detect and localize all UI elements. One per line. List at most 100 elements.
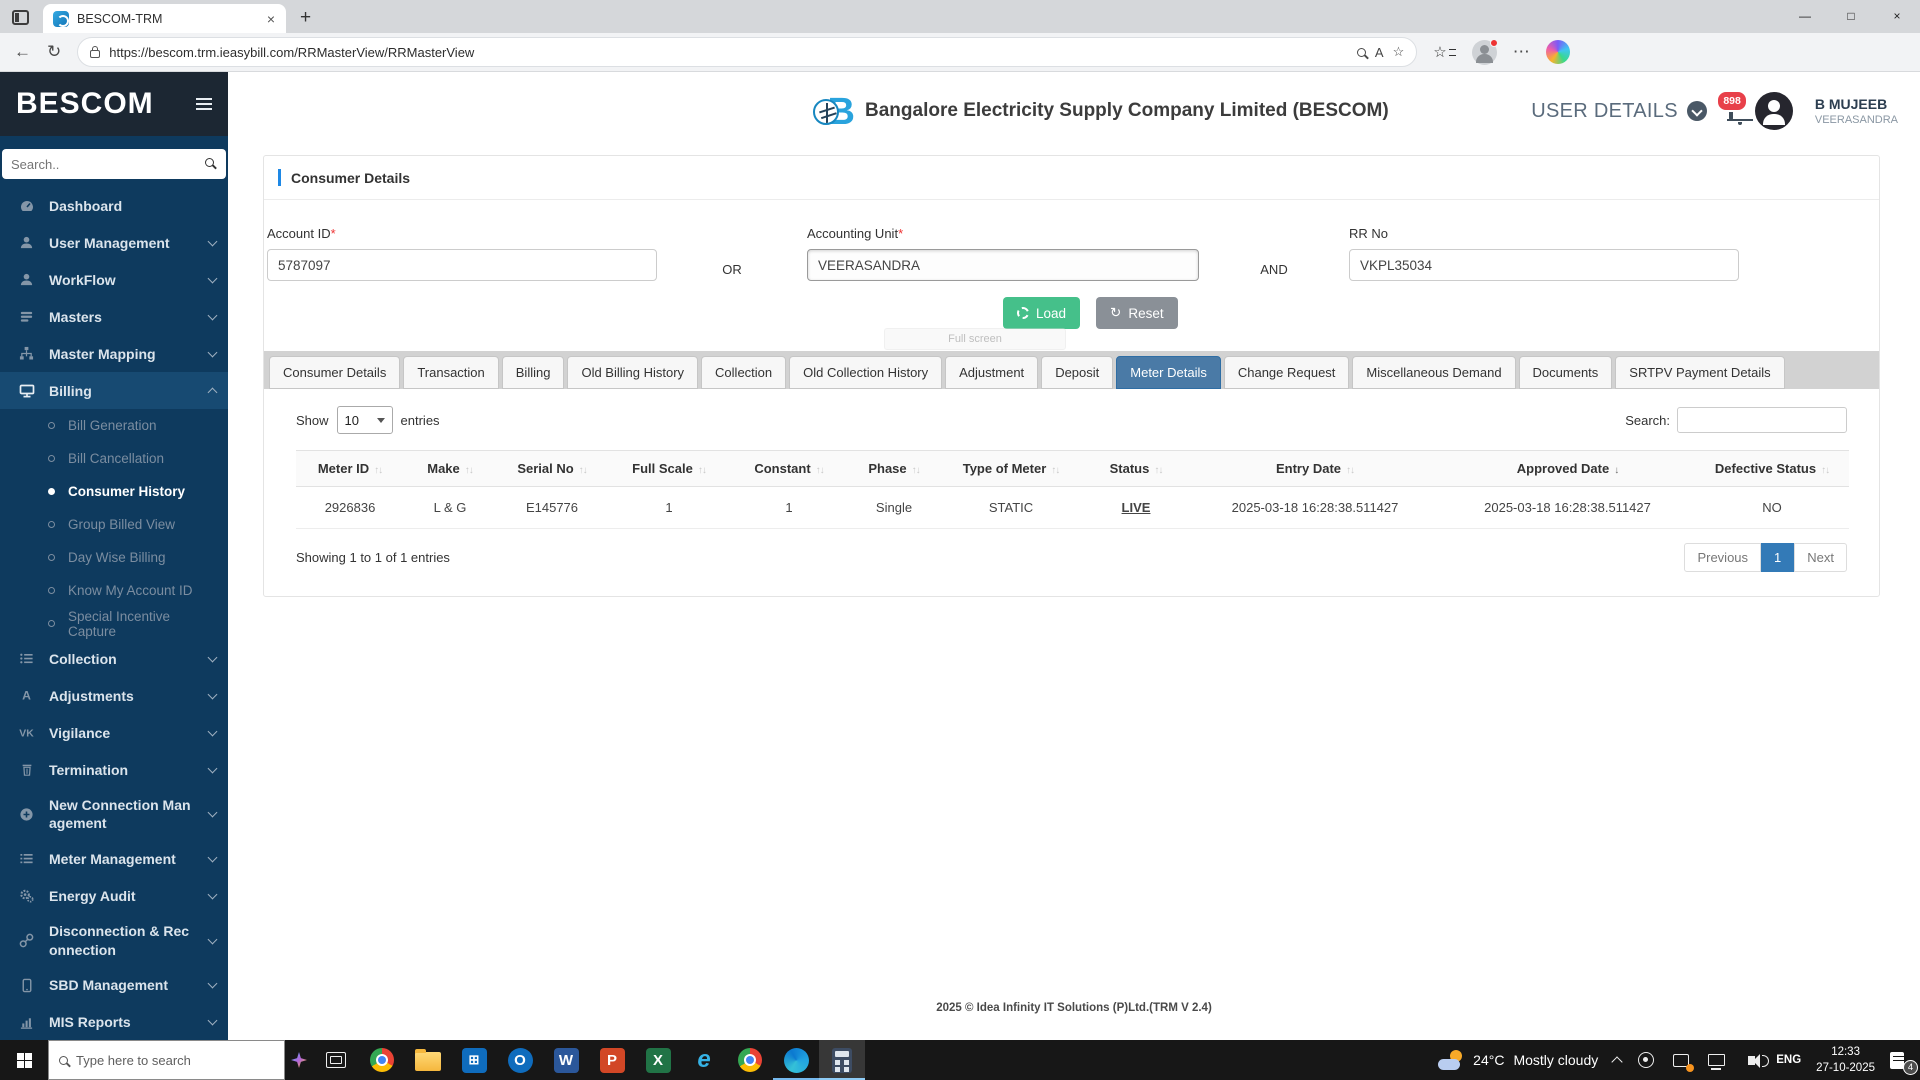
- powerpoint-button[interactable]: P: [589, 1040, 635, 1080]
- outlook-button[interactable]: O: [497, 1040, 543, 1080]
- calculator-taskbar-button[interactable]: [819, 1040, 865, 1080]
- tab-change-request[interactable]: Change Request: [1223, 356, 1350, 389]
- maximize-button[interactable]: □: [1828, 0, 1874, 32]
- sidebar-item-workflow[interactable]: WorkFlow: [0, 261, 228, 298]
- sidebar-subitem-bill-cancellation[interactable]: Bill Cancellation: [0, 442, 228, 475]
- rr-no-field[interactable]: [1349, 249, 1739, 281]
- sort-icon[interactable]: ↑↓: [912, 465, 921, 476]
- minimize-button[interactable]: —: [1782, 0, 1828, 32]
- chrome-2-button[interactable]: [727, 1040, 773, 1080]
- microsoft-store-button[interactable]: ⊞: [451, 1040, 497, 1080]
- taskbar-search[interactable]: Type here to search: [48, 1040, 285, 1080]
- tab-miscellaneous-demand[interactable]: Miscellaneous Demand: [1352, 356, 1516, 389]
- sort-icon[interactable]: ↑↓: [816, 465, 825, 476]
- internet-explorer-button[interactable]: e: [681, 1040, 727, 1080]
- sort-icon[interactable]: ↑↓: [579, 465, 588, 476]
- sidebar-item-billing[interactable]: Billing: [0, 372, 228, 409]
- tab-actions-icon[interactable]: [12, 10, 29, 25]
- sort-icon[interactable]: ↑↓: [1821, 465, 1830, 476]
- sort-icon[interactable]: ↑↓: [1346, 465, 1355, 476]
- tab-billing[interactable]: Billing: [501, 356, 565, 389]
- col-meter-id[interactable]: Meter ID ↑↓: [296, 450, 404, 487]
- sidebar-subitem-day-wise-billing[interactable]: Day Wise Billing: [0, 541, 228, 574]
- sidebar-subitem-bill-generation[interactable]: Bill Generation: [0, 409, 228, 442]
- tab-old-collection-history[interactable]: Old Collection History: [789, 356, 943, 389]
- search-icon[interactable]: [205, 158, 214, 167]
- tab-transaction[interactable]: Transaction: [403, 356, 499, 389]
- reset-button[interactable]: ↻ Reset: [1096, 297, 1178, 329]
- col-phase[interactable]: Phase ↑↓: [848, 450, 940, 487]
- sidebar-item-disconnection-reconnection[interactable]: Disconnection & Reconnection: [0, 914, 228, 966]
- tab-srtpv-payment-details[interactable]: SRTPV Payment Details: [1615, 356, 1785, 389]
- tab-documents[interactable]: Documents: [1518, 356, 1613, 389]
- weather-widget[interactable]: 24°C Mostly cloudy: [1438, 1050, 1598, 1070]
- load-button[interactable]: Load: [1003, 297, 1081, 329]
- tab-consumer-details[interactable]: Consumer Details: [269, 356, 401, 389]
- favorites-bar-icon[interactable]: ☆: [1433, 43, 1456, 61]
- cell-status-live-link[interactable]: LIVE: [1082, 486, 1190, 529]
- sidebar-item-user-management[interactable]: User Management: [0, 224, 228, 261]
- sort-icon[interactable]: ↑↓: [698, 465, 707, 476]
- new-tab-button[interactable]: +: [300, 7, 311, 29]
- sync-tray-button[interactable]: [1671, 1050, 1695, 1072]
- meet-now-button[interactable]: [1636, 1050, 1656, 1070]
- sort-icon[interactable]: ↑↓: [374, 465, 383, 476]
- task-view-button[interactable]: [313, 1040, 359, 1080]
- notification-center-button[interactable]: 4: [1890, 1050, 1918, 1075]
- tab-collection[interactable]: Collection: [701, 356, 787, 389]
- account-id-field[interactable]: [267, 249, 657, 281]
- sidebar-item-adjustments[interactable]: A Adjustments: [0, 677, 228, 714]
- tab-adjustment[interactable]: Adjustment: [945, 356, 1039, 389]
- back-button[interactable]: ←: [14, 42, 31, 62]
- close-button[interactable]: ×: [1874, 0, 1920, 32]
- col-full-scale[interactable]: Full Scale ↑↓: [608, 450, 730, 487]
- sort-icon[interactable]: ↑↓: [465, 465, 474, 476]
- sidebar-item-sbd-management[interactable]: SBD Management: [0, 967, 228, 1004]
- browser-tab[interactable]: BESCOM-TRM ×: [43, 4, 286, 33]
- user-details-dropdown[interactable]: USER DETAILS: [1531, 100, 1707, 123]
- lock-icon[interactable]: [90, 45, 101, 58]
- volume-button[interactable]: [1741, 1050, 1769, 1070]
- tab-close-icon[interactable]: ×: [264, 11, 278, 27]
- col-type-of-meter[interactable]: Type of Meter ↑↓: [940, 450, 1082, 487]
- notifications-button[interactable]: 898: [1716, 90, 1748, 120]
- sort-icon[interactable]: ↑↓: [1154, 465, 1163, 476]
- col-make[interactable]: Make ↑↓: [404, 450, 496, 487]
- edge-taskbar-button[interactable]: [773, 1040, 819, 1080]
- read-aloud-icon[interactable]: A: [1375, 45, 1384, 60]
- sidebar-item-dashboard[interactable]: Dashboard: [0, 187, 228, 224]
- previous-page-button[interactable]: Previous: [1684, 543, 1762, 572]
- next-page-button[interactable]: Next: [1794, 543, 1847, 572]
- sidebar-item-master-mapping[interactable]: Master Mapping: [0, 335, 228, 372]
- avatar[interactable]: [1754, 92, 1793, 130]
- clock[interactable]: 12:33 27-10-2025: [1816, 1044, 1875, 1076]
- refresh-button[interactable]: ↻: [47, 42, 61, 62]
- col-defective-status[interactable]: Defective Status ↑↓: [1695, 450, 1849, 487]
- browser-profile-icon[interactable]: [1471, 38, 1498, 65]
- bing-sparkle-icon[interactable]: [291, 1052, 307, 1068]
- table-search-input[interactable]: [1677, 407, 1847, 433]
- sort-icon[interactable]: ↑↓: [1051, 465, 1060, 476]
- sidebar-subitem-know-my-account-id[interactable]: Know My Account ID: [0, 574, 228, 607]
- zoom-icon[interactable]: [1356, 47, 1366, 57]
- url-text[interactable]: https://bescom.trm.ieasybill.com/RRMaste…: [109, 45, 1348, 60]
- sidebar-item-energy-audit[interactable]: Energy Audit: [0, 877, 228, 914]
- hidden-icons-chevron[interactable]: [1611, 1056, 1623, 1068]
- sidebar-search-input[interactable]: [2, 149, 226, 179]
- chrome-taskbar-button[interactable]: [359, 1040, 405, 1080]
- col-approved-date[interactable]: Approved Date ↓: [1440, 450, 1695, 487]
- word-button[interactable]: W: [543, 1040, 589, 1080]
- sidebar-item-collection[interactable]: Collection: [0, 640, 228, 677]
- page-size-select[interactable]: 10: [336, 406, 393, 434]
- excel-button[interactable]: X: [635, 1040, 681, 1080]
- col-entry-date[interactable]: Entry Date ↑↓: [1190, 450, 1440, 487]
- tab-old-billing-history[interactable]: Old Billing History: [567, 356, 699, 389]
- sidebar-item-mis-reports[interactable]: MIS Reports: [0, 1004, 228, 1040]
- sidebar-item-new-connection-management[interactable]: New Connection Management: [0, 788, 228, 840]
- col-serial-no[interactable]: Serial No ↑↓: [496, 450, 608, 487]
- page-1-button[interactable]: 1: [1761, 543, 1795, 572]
- ellipsis-menu-icon[interactable]: ⋯: [1513, 42, 1530, 62]
- favorite-star-icon[interactable]: ☆: [1393, 44, 1405, 60]
- tab-deposit[interactable]: Deposit: [1041, 356, 1114, 389]
- start-button[interactable]: [0, 1040, 48, 1080]
